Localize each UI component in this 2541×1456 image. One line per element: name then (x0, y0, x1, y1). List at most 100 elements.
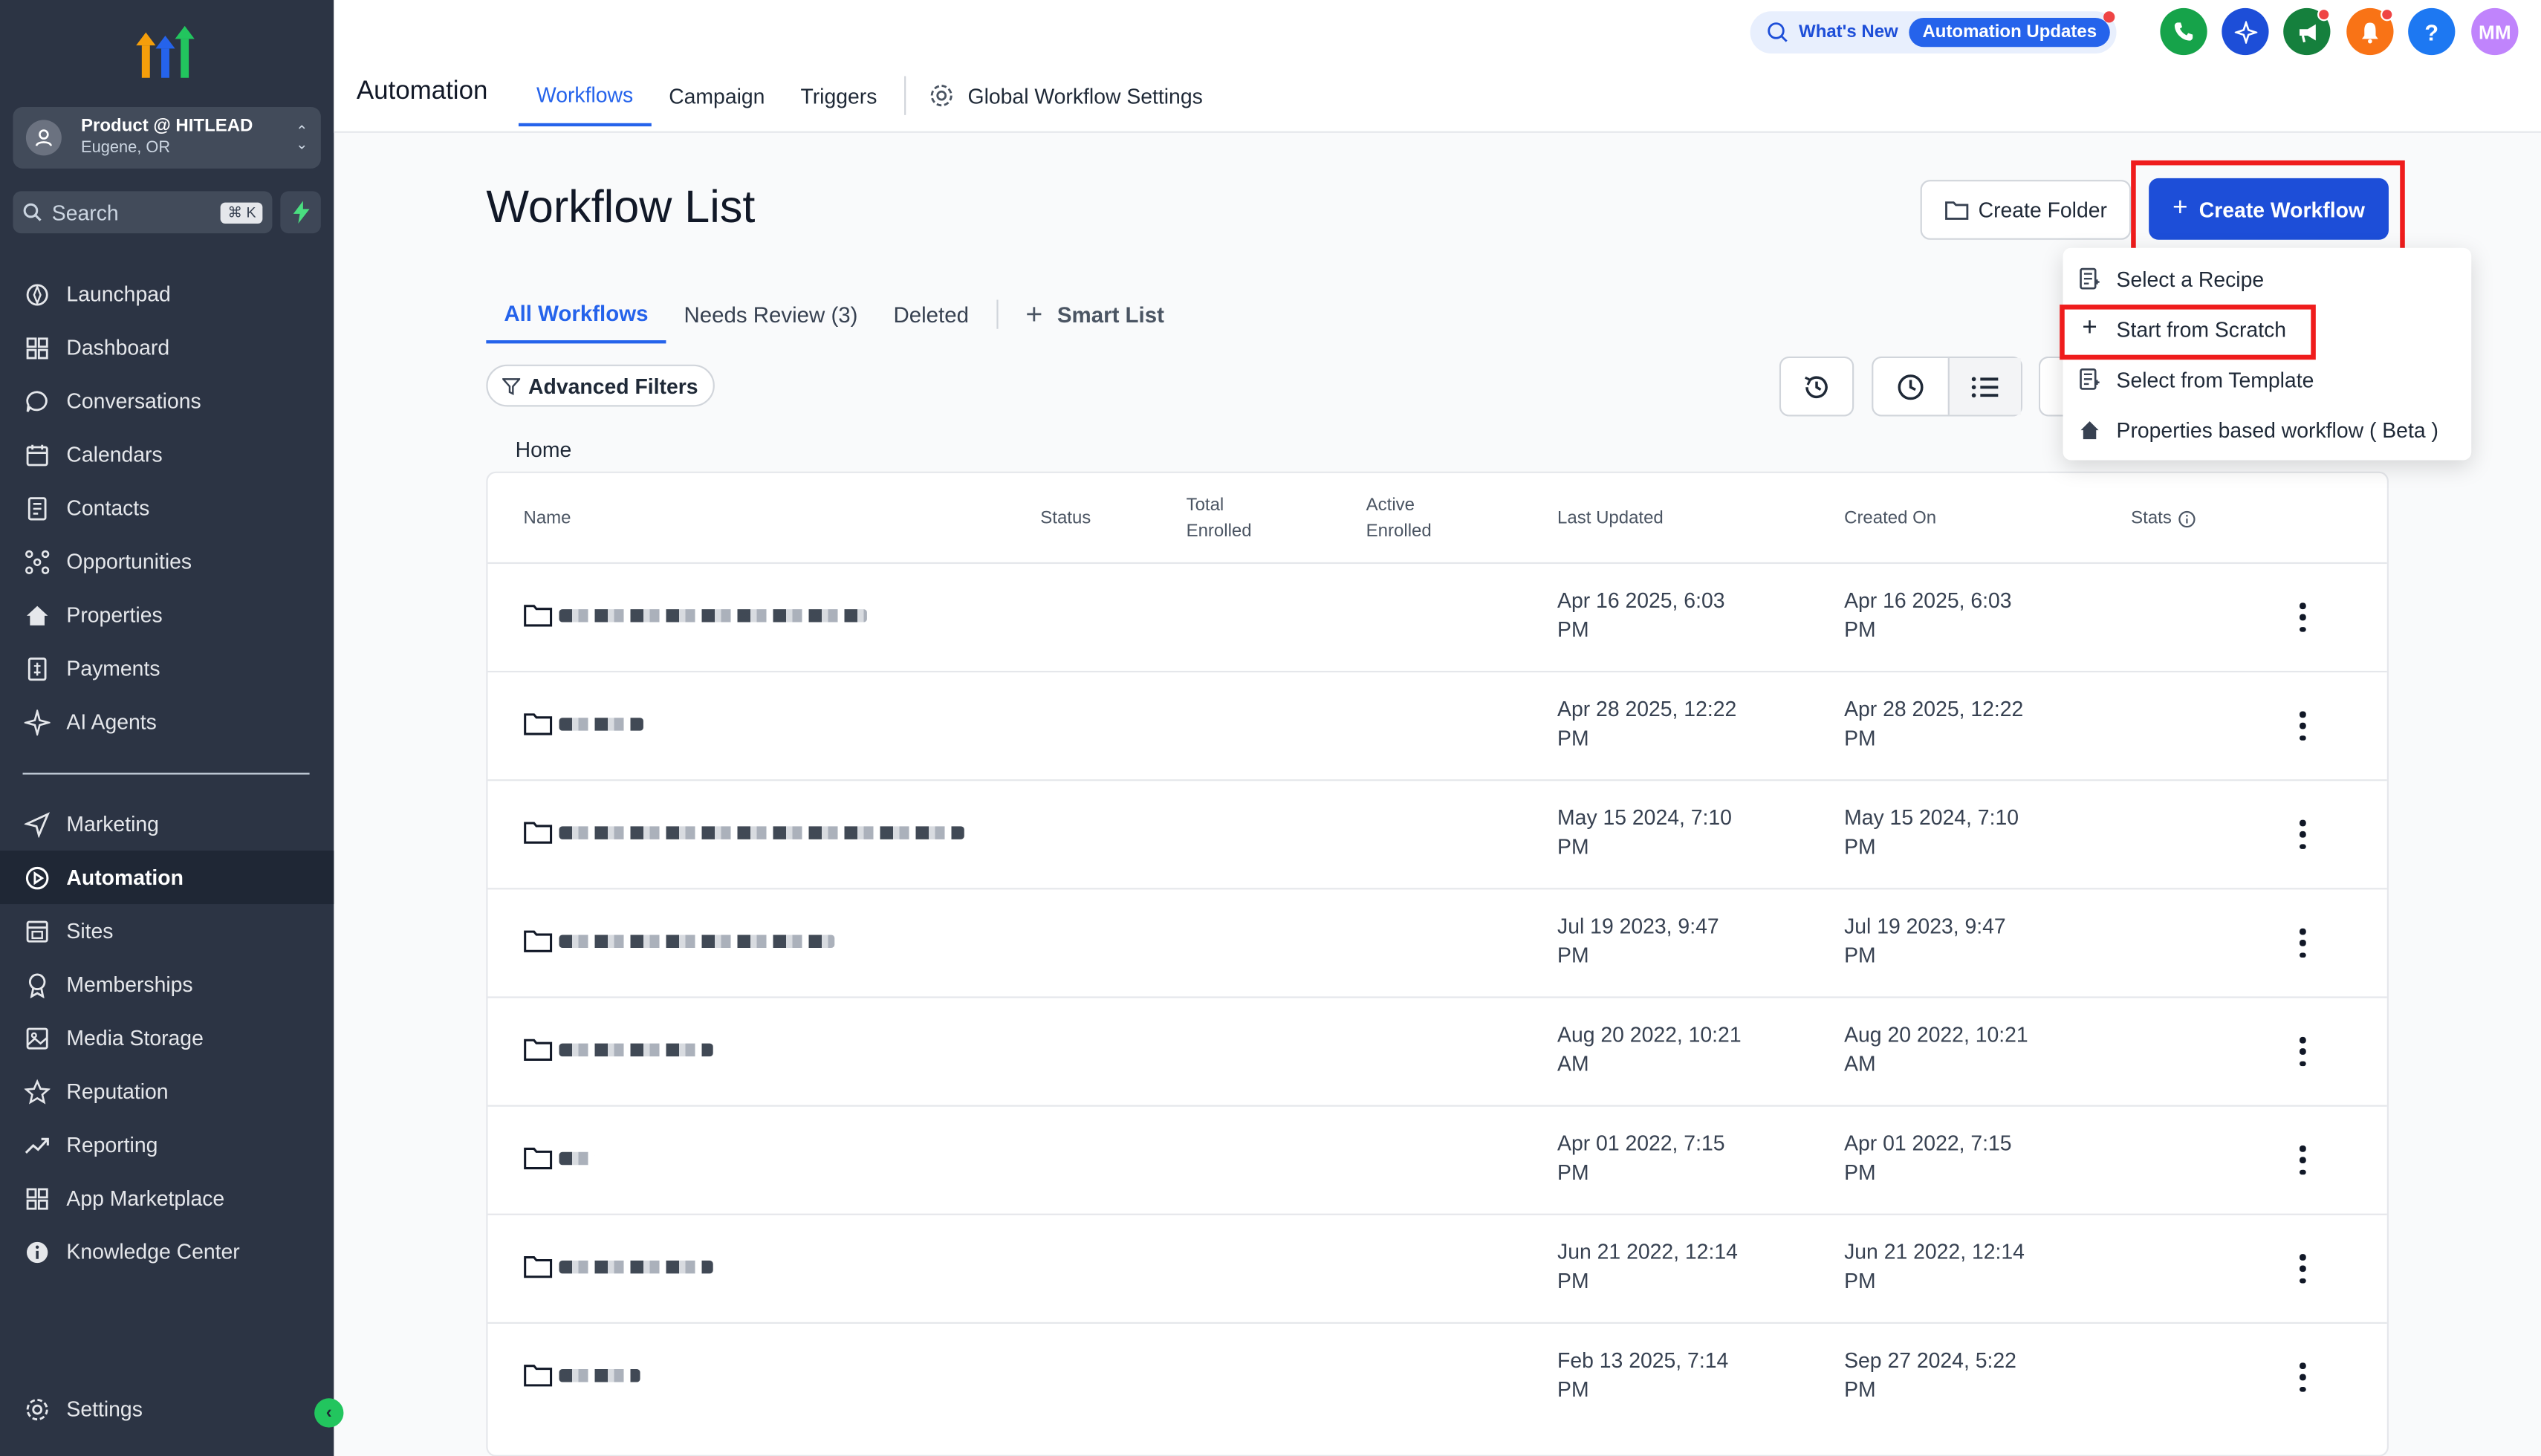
sidebar-item-payments[interactable]: Payments (0, 642, 334, 695)
sidebar-item-ai-agents[interactable]: AI Agents (0, 695, 334, 749)
tab-campaign[interactable]: Campaign (651, 65, 782, 126)
user-avatar[interactable]: MM (2471, 7, 2519, 56)
column-header-name[interactable]: Name (524, 473, 571, 564)
location-name: Product @ HITLEAD (81, 117, 253, 137)
column-header-created-on[interactable]: Created On (1844, 473, 1936, 564)
time-line: PM (1844, 726, 1876, 750)
tab-all-workflows[interactable]: All Workflows (486, 285, 666, 344)
sidebar-item-label: Properties (66, 602, 163, 628)
row-actions-kebab-icon[interactable] (2298, 602, 2308, 632)
menu-item-select-recipe[interactable]: Select a Recipe (2079, 259, 2264, 298)
redacted-workflow-name (559, 826, 964, 839)
quick-actions-button[interactable] (280, 191, 321, 234)
create-folder-button[interactable]: Create Folder (1920, 180, 2132, 240)
tab-triggers[interactable]: Triggers (782, 65, 895, 126)
global-workflow-settings-link[interactable]: Global Workflow Settings (916, 65, 1203, 126)
ai-assistant-button[interactable] (2222, 7, 2269, 56)
calendar-icon (23, 440, 52, 469)
row-actions-kebab-icon[interactable] (2298, 711, 2308, 741)
row-actions-kebab-icon[interactable] (2298, 928, 2308, 958)
table-row[interactable]: Jul 19 2023, 9:47 PM Jul 19 2023, 9:47 PM (487, 888, 2387, 996)
announcements-button[interactable] (2283, 7, 2331, 56)
sidebar-item-label: Sites (66, 918, 114, 943)
table-row[interactable]: Jun 21 2022, 12:14 PM Jun 21 2022, 12:14 PM (487, 1213, 2387, 1322)
list-view-button[interactable] (1947, 358, 2021, 415)
time-line: PM (1844, 617, 1876, 642)
created-on-cell: Apr 28 2025, 12:22 PM (1844, 695, 2023, 754)
breadcrumb[interactable]: Home (516, 438, 572, 462)
smart-list-button[interactable]: + Smart List (1007, 285, 1182, 344)
time-line: PM (1557, 1377, 1589, 1402)
sidebar-item-reporting[interactable]: Reporting (0, 1118, 334, 1171)
sidebar-item-properties[interactable]: Properties (0, 588, 334, 642)
sidebar-item-conversations[interactable]: Conversations (0, 374, 334, 428)
table-row[interactable]: Apr 16 2025, 6:03 PM Apr 16 2025, 6:03 PM (487, 562, 2387, 671)
date-line: Aug 20 2022, 10:21 (1844, 1022, 2028, 1047)
row-actions-kebab-icon[interactable] (2298, 1362, 2308, 1392)
filter-icon (502, 377, 521, 394)
sidebar-item-label: Dashboard (66, 335, 170, 360)
notification-dot (2103, 11, 2115, 23)
sidebar-item-marketing[interactable]: Marketing (0, 797, 334, 851)
sidebar-nav-secondary: Marketing Automation Sites Memberships Media… (0, 797, 334, 1278)
tab-needs-review[interactable]: Needs Review (3) (666, 285, 875, 344)
plus-icon: + (1025, 297, 1043, 330)
tab-deleted[interactable]: Deleted (875, 285, 987, 344)
opportunities-icon (23, 547, 52, 576)
header-line: Active (1366, 495, 1415, 516)
table-row[interactable]: Aug 20 2022, 10:21 AM Aug 20 2022, 10:21 AM (487, 996, 2387, 1105)
sidebar-item-media-storage[interactable]: Media Storage (0, 1011, 334, 1065)
sidebar-item-sites[interactable]: Sites (0, 904, 334, 958)
column-header-status[interactable]: Status (1040, 473, 1091, 564)
info-icon (2178, 510, 2196, 527)
collapse-sidebar-button[interactable]: ‹ (314, 1398, 344, 1428)
sidebar-item-settings[interactable]: Settings (0, 1382, 334, 1435)
history-button[interactable] (1779, 356, 1854, 417)
sidebar-item-memberships[interactable]: Memberships (0, 958, 334, 1011)
date-line: Aug 20 2022, 10:21 (1557, 1022, 1742, 1047)
tab-workflows[interactable]: Workflows (518, 65, 652, 127)
search-icon (23, 203, 42, 221)
contacts-icon (23, 493, 52, 522)
sidebar-item-launchpad[interactable]: Launchpad (0, 267, 334, 321)
location-switcher[interactable]: Product @ HITLEAD Eugene, OR ⌃ ⌄ (13, 106, 321, 169)
search-input[interactable]: Search ⌘ K (13, 191, 273, 234)
table-row[interactable]: Feb 13 2025, 7:14 PM Sep 27 2024, 5:22 PM (487, 1322, 2387, 1431)
table-row[interactable]: Apr 28 2025, 12:22 PM Apr 28 2025, 12:22 PM (487, 670, 2387, 779)
column-header-active-enrolled[interactable]: Active Enrolled (1366, 473, 1432, 564)
help-button[interactable]: ? (2408, 7, 2456, 56)
advanced-filters-button[interactable]: Advanced Filters (486, 364, 715, 407)
clock-view-button[interactable] (1873, 358, 1947, 415)
sidebar-item-knowledge-center[interactable]: Knowledge Center (0, 1225, 334, 1278)
home-icon (2080, 420, 2099, 438)
sidebar-item-automation[interactable]: Automation (0, 851, 334, 905)
row-actions-kebab-icon[interactable] (2298, 819, 2308, 849)
sidebar-item-reputation[interactable]: Reputation (0, 1065, 334, 1118)
stats-label: Stats (2131, 508, 2172, 529)
menu-item-properties-workflow[interactable]: Properties based workflow ( Beta ) (2079, 410, 2438, 449)
sidebar-item-calendars[interactable]: Calendars (0, 428, 334, 481)
send-icon (23, 809, 52, 838)
created-on-cell: Apr 16 2025, 6:03 PM (1844, 587, 2011, 646)
column-header-last-updated[interactable]: Last Updated (1557, 473, 1664, 564)
dashboard-icon (23, 333, 52, 362)
menu-item-select-from-template[interactable]: Select from Template (2079, 360, 2314, 398)
app-logo[interactable] (133, 23, 198, 82)
column-header-total-enrolled[interactable]: Total Enrolled (1187, 473, 1252, 564)
sidebar-item-app-marketplace[interactable]: App Marketplace (0, 1171, 334, 1225)
table-row[interactable]: May 15 2024, 7:10 PM May 15 2024, 7:10 PM (487, 779, 2387, 888)
row-actions-kebab-icon[interactable] (2298, 1254, 2308, 1284)
phone-button[interactable] (2160, 7, 2207, 56)
sidebar-item-label: AI Agents (66, 709, 157, 735)
column-header-stats[interactable]: Stats (2131, 473, 2196, 564)
table-row[interactable]: Apr 01 2022, 7:15 PM Apr 01 2022, 7:15 PM (487, 1105, 2387, 1214)
last-updated-cell: Aug 20 2022, 10:21 AM (1557, 1021, 1742, 1079)
notifications-button[interactable] (2346, 7, 2394, 56)
row-actions-kebab-icon[interactable] (2298, 1145, 2308, 1175)
sidebar-item-dashboard[interactable]: Dashboard (0, 321, 334, 374)
row-actions-kebab-icon[interactable] (2298, 1036, 2308, 1067)
automation-updates-badge[interactable]: Automation Updates (1909, 11, 2115, 48)
sidebar-item-contacts[interactable]: Contacts (0, 481, 334, 535)
sidebar-item-opportunities[interactable]: Opportunities (0, 535, 334, 588)
whats-new-pill[interactable]: What's New Automation Updates (1750, 11, 2117, 53)
